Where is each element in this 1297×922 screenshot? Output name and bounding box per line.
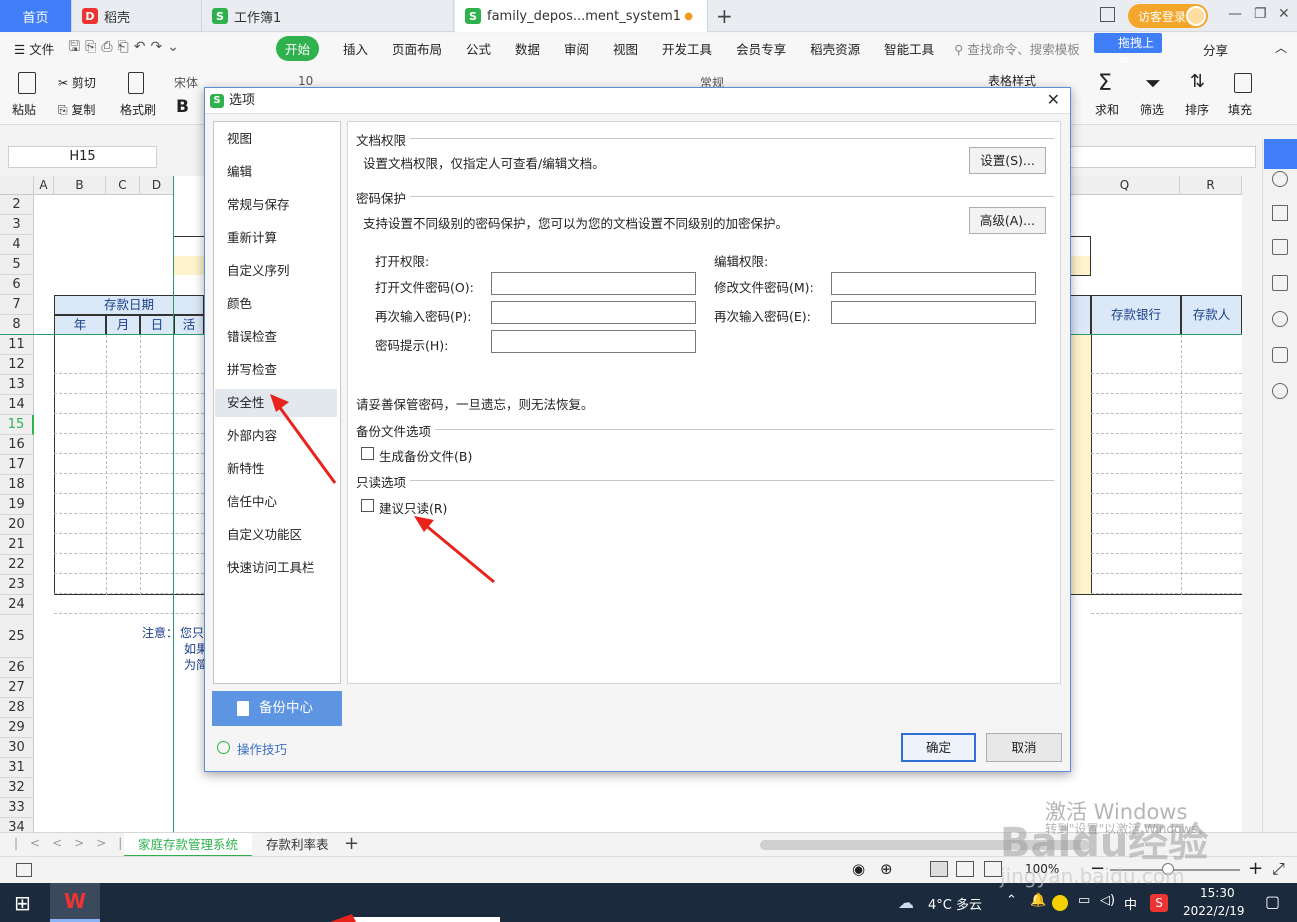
arrow-to-security: [270, 394, 337, 484]
baidu-jingyan-logo: Baidu经验: [1000, 820, 1209, 866]
arrow-to-readonly: [414, 516, 495, 584]
annotation-arrows: [270, 394, 495, 922]
arrow-fragment: [330, 914, 356, 922]
baidu-jingyan-url: jingyan.baidu.com: [1000, 864, 1185, 888]
